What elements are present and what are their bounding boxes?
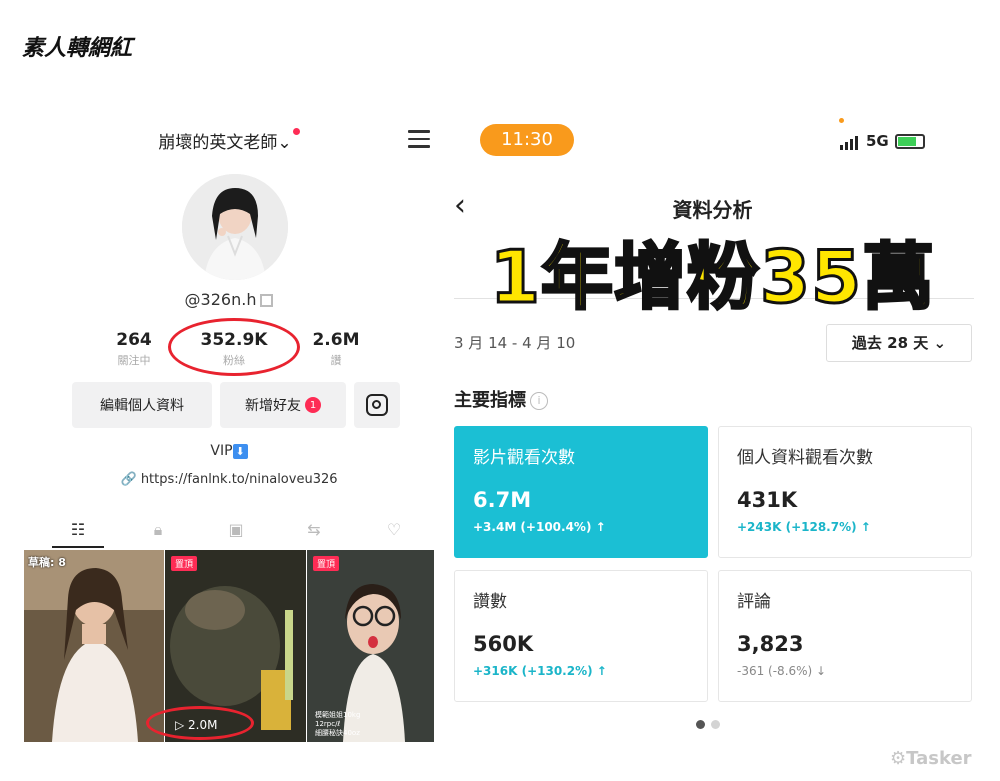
instagram-icon [366, 394, 388, 416]
profile-tabs: ☷ 🔒︎ ▣ ⇆ ♡ [24, 512, 434, 548]
chevron-down-icon: ⌄ [933, 334, 947, 352]
battery-icon [894, 133, 925, 149]
stat-following[interactable]: 264 關注中 [114, 330, 154, 368]
username-switcher[interactable]: 崩壞的英文老師⌄ [24, 128, 434, 153]
grid-tab-icon[interactable]: ☷ [66, 518, 90, 542]
chevron-down-icon: ⌄ [277, 133, 292, 153]
avatar[interactable] [182, 174, 288, 280]
status-time: 11:30 [480, 124, 574, 156]
metric-card-profile-views[interactable]: 個人資料觀看次數 431K +243K (+128.7%) ↑ [718, 426, 972, 558]
gear-icon: ⚙ [890, 748, 907, 769]
section-title: 主要指標 i [454, 386, 548, 412]
stat-likes[interactable]: 2.6M 讚 [310, 330, 362, 368]
privacy-indicator-dot [839, 118, 844, 123]
profile-panel: 崩壞的英文老師⌄ @326n.h 264 關注中 352.9K 粉絲 2.6M … [24, 110, 434, 742]
period-dropdown[interactable]: 過去 28 天 ⌄ [826, 324, 972, 362]
pinned-badge: 置頂 [171, 556, 198, 571]
red-highlight-ellipse [168, 318, 300, 376]
metric-card-comments[interactable]: 評論 3,823 -361 (-8.6%) ↓ [718, 570, 972, 702]
add-friends-button[interactable]: 新增好友 1 [220, 382, 346, 428]
metric-card-video-views[interactable]: 影片觀看次數 6.7M +3.4M (+100.4%) ↑ [454, 426, 708, 558]
repost-tab-icon[interactable]: ⇆ [302, 518, 326, 542]
edit-profile-button[interactable]: 編輯個人資料 [72, 382, 212, 428]
bio-link[interactable]: 🔗 https://fanlnk.to/ninaloveu326 [24, 472, 434, 487]
qr-code-icon[interactable] [260, 294, 274, 307]
drafts-label: 草稿: 8 [28, 556, 66, 569]
status-bar: 5G [840, 132, 925, 150]
profile-handle: @326n.h [24, 290, 434, 309]
pinned-badge: 置頂 [313, 556, 340, 571]
page-title: 素人轉網紅 [22, 36, 133, 61]
red-highlight-ellipse [146, 706, 254, 740]
instagram-button[interactable] [354, 382, 400, 428]
video-grid: 草稿: 8 置頂 ▷ 2.0M 置頂 模範姐姐10kg 12rpc/ℓ 細腰秘訣… [24, 550, 434, 742]
video-captions: 模範姐姐10kg 12rpc/ℓ 細腰秘訣40oz [315, 711, 361, 737]
link-icon: 🔗 [120, 472, 137, 487]
notification-dot [292, 128, 300, 135]
liked-tab-icon[interactable]: ♡ [382, 518, 406, 542]
metric-card-likes[interactable]: 讚數 560K +316K (+130.2%) ↑ [454, 570, 708, 702]
down-arrow-icon: ⬇ [232, 443, 248, 459]
pagination-dots[interactable] [696, 714, 726, 733]
video-tile-drafts[interactable]: 草稿: 8 [24, 550, 164, 742]
username: 崩壞的英文老師 [158, 133, 278, 153]
hamburger-menu-icon[interactable] [408, 130, 430, 148]
notification-badge: 1 [305, 397, 321, 413]
caption-overlay: 1年增粉35萬 [488, 234, 936, 321]
bio-vip: VIP ⬇ [24, 443, 434, 459]
date-range: 3 月 14 - 4 月 10 [454, 334, 576, 352]
tagged-tab-icon[interactable]: ▣ [224, 518, 248, 542]
network-label: 5G [866, 132, 889, 150]
lock-tab-icon[interactable]: 🔒︎ [146, 518, 170, 542]
info-icon[interactable]: i [530, 392, 548, 410]
signal-icon [840, 132, 860, 150]
video-tile-pinned-2[interactable]: 置頂 模範姐姐10kg 12rpc/ℓ 細腰秘訣40oz [307, 550, 434, 742]
active-tab-indicator [52, 546, 104, 548]
analytics-panel: 11:30 5G ‹ 資料分析 1年增粉35萬 3 月 14 - 4 月 10 … [440, 110, 985, 742]
watermark-logo: ⚙Tasker [890, 748, 972, 769]
